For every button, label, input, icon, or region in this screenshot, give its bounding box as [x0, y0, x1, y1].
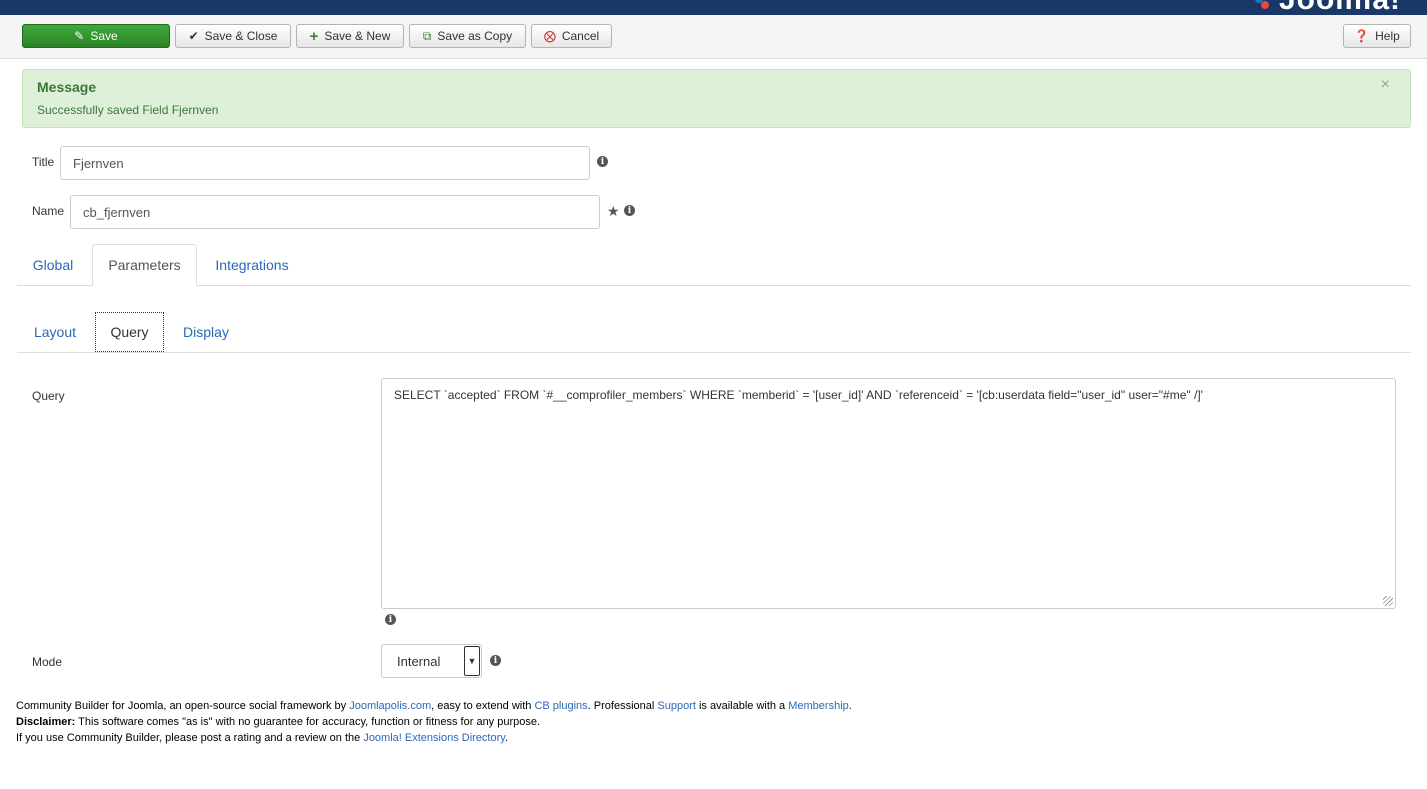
- cancel-button-label: Cancel: [561, 29, 600, 43]
- joomla-extensions-directory-link[interactable]: Joomla! Extensions Directory: [363, 732, 505, 744]
- success-message: Message Successfully saved Field Fjernve…: [22, 69, 1411, 128]
- save-close-button-label: Save & Close: [204, 29, 278, 43]
- joomla-logo-icon: [1254, 0, 1273, 9]
- plus-icon: +: [309, 27, 319, 45]
- save-new-button[interactable]: + Save & New: [296, 24, 404, 48]
- tab-integrations[interactable]: Integrations: [205, 245, 299, 285]
- cancel-icon: ⨂: [543, 29, 556, 43]
- footer: Community Builder for Joomla, an open-so…: [16, 698, 852, 746]
- name-label: Name: [32, 204, 65, 218]
- save-button[interactable]: ✎ Save: [22, 24, 170, 48]
- mode-select[interactable]: Internal ▼: [381, 644, 482, 678]
- cb-plugins-link[interactable]: CB plugins: [534, 700, 587, 712]
- resize-handle[interactable]: [1383, 596, 1393, 606]
- joomlapolis-link[interactable]: Joomlapolis.com: [349, 700, 431, 712]
- save-button-label: Save: [90, 29, 118, 43]
- checkmark-icon: ✔: [188, 29, 199, 43]
- joomla-logo-text: Joomla!: [1279, 0, 1401, 15]
- copy-icon: ⧉: [422, 29, 432, 43]
- help-button-label: Help: [1375, 29, 1400, 43]
- tab-layout[interactable]: Layout: [24, 313, 86, 351]
- chevron-down-icon[interactable]: ▼: [464, 646, 480, 676]
- info-icon[interactable]: i: [624, 205, 635, 216]
- query-label: Query: [32, 389, 65, 403]
- footer-line-3: If you use Community Builder, please pos…: [16, 730, 852, 746]
- name-input[interactable]: [70, 195, 600, 229]
- toolbar: ✎ Save ✔ Save & Close + Save & New ⧉ Sav…: [0, 15, 1427, 59]
- message-heading: Message: [37, 79, 97, 95]
- star-icon: ★: [607, 203, 620, 219]
- save-new-button-label: Save & New: [324, 29, 391, 43]
- footer-text: , easy to extend with: [431, 700, 535, 712]
- disclaimer-text: This software comes "as is" with no guar…: [75, 716, 541, 728]
- subtabs-divider: [17, 352, 1411, 353]
- footer-line-2: Disclaimer: This software comes "as is" …: [16, 714, 852, 730]
- title-label: Title: [32, 155, 55, 169]
- tabs-divider: [17, 285, 1411, 286]
- tab-global[interactable]: Global: [22, 245, 84, 285]
- query-textarea[interactable]: SELECT `accepted` FROM `#__comprofiler_m…: [381, 378, 1396, 609]
- tab-display[interactable]: Display: [173, 313, 239, 351]
- mode-select-value: Internal: [397, 653, 441, 669]
- footer-text: is available with a: [695, 700, 789, 712]
- disclaimer-label: Disclaimer:: [16, 716, 76, 728]
- footer-text: .: [848, 700, 852, 712]
- title-input[interactable]: [60, 146, 590, 180]
- footer-text: If you use Community Builder, please pos…: [16, 732, 364, 744]
- cancel-button[interactable]: ⨂ Cancel: [531, 24, 612, 48]
- close-icon[interactable]: ×: [1381, 76, 1390, 94]
- top-header-bar: Joomla!: [0, 0, 1427, 15]
- footer-line-1: Community Builder for Joomla, an open-so…: [16, 698, 852, 714]
- info-icon[interactable]: i: [597, 156, 608, 167]
- save-close-button[interactable]: ✔ Save & Close: [175, 24, 291, 48]
- tab-query[interactable]: Query: [95, 312, 164, 352]
- tab-parameters[interactable]: Parameters: [92, 244, 197, 286]
- support-link[interactable]: Support: [657, 700, 696, 712]
- help-icon: ❓: [1354, 29, 1370, 43]
- message-text: Successfully saved Field Fjernven: [37, 103, 219, 117]
- save-as-copy-button-label: Save as Copy: [437, 29, 513, 43]
- edit-icon: ✎: [74, 29, 85, 43]
- save-as-copy-button[interactable]: ⧉ Save as Copy: [409, 24, 526, 48]
- info-icon[interactable]: i: [385, 614, 396, 625]
- help-button[interactable]: ❓ Help: [1343, 24, 1411, 48]
- joomla-logo[interactable]: Joomla!: [1254, 0, 1401, 15]
- footer-text: . Professional: [587, 700, 658, 712]
- info-icon[interactable]: i: [490, 655, 501, 666]
- mode-label: Mode: [32, 655, 63, 669]
- membership-link[interactable]: Membership: [788, 700, 849, 712]
- footer-text: Community Builder for Joomla, an open-so…: [16, 700, 350, 712]
- footer-text: .: [504, 732, 508, 744]
